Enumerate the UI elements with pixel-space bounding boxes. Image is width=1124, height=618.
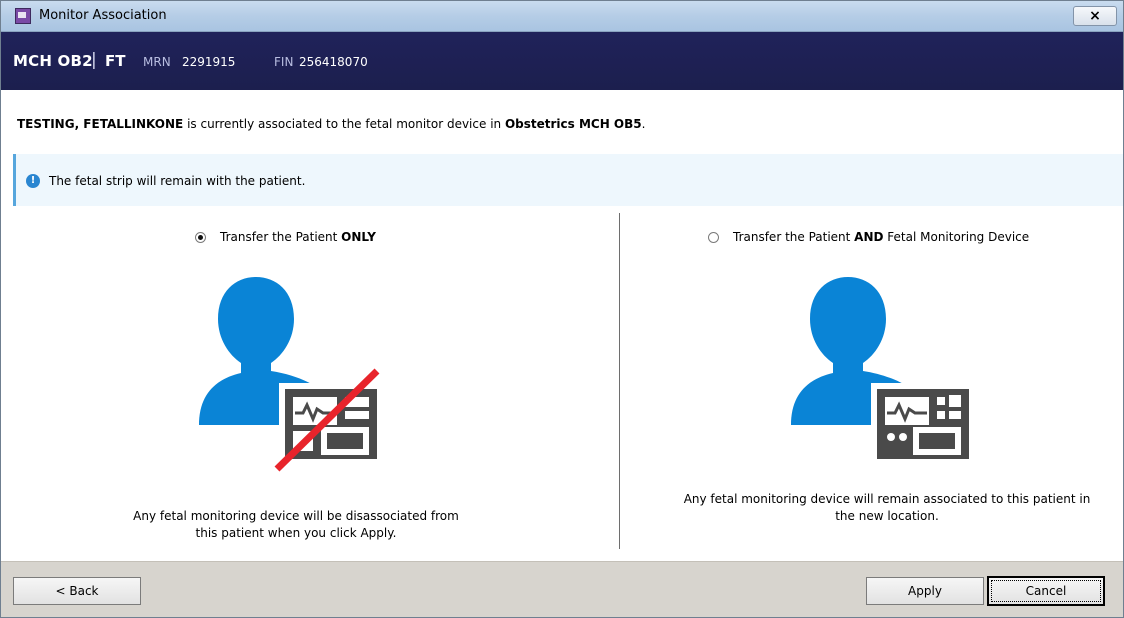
fin-label: FIN — [274, 55, 294, 69]
dialog-footer: < Back Apply Cancel — [1, 561, 1123, 617]
option-transfer-patient-only-description: Any fetal monitoring device will be disa… — [133, 509, 459, 540]
apply-button[interactable]: Apply — [866, 577, 984, 605]
option-transfer-patient-only[interactable]: Transfer the Patient ONLY — [195, 230, 376, 244]
monitor-device-icon — [871, 383, 975, 465]
option-transfer-patient-and-device[interactable]: Transfer the Patient AND Fetal Monitorin… — [708, 230, 1029, 244]
fin-value: 256418070 — [299, 55, 368, 69]
mrn-label: MRN — [143, 55, 171, 69]
patient-name: TESTING, FETALLINKONE — [17, 117, 184, 131]
options-divider — [619, 213, 620, 549]
close-button[interactable]: × — [1073, 6, 1117, 26]
back-button[interactable]: < Back — [13, 577, 141, 605]
title-bar: Monitor Association × — [1, 1, 1123, 32]
message-middle: is currently associated to the fetal mon… — [183, 117, 505, 131]
radio-transfer-patient-only[interactable] — [195, 231, 206, 243]
option-transfer-patient-only-label: Transfer the Patient ONLY — [220, 230, 376, 244]
app-icon — [15, 8, 31, 24]
patient-banner: MCH OB2 | FT MRN 2291915 FIN 256418070 — [1, 32, 1123, 90]
patient-unit: MCH OB2 — [13, 52, 93, 70]
window-title: Monitor Association — [39, 8, 167, 23]
radio-transfer-patient-and-device[interactable] — [708, 231, 719, 243]
info-text: The fetal strip will remain with the pat… — [49, 174, 306, 188]
cancel-button[interactable]: Cancel — [987, 576, 1105, 606]
option-transfer-patient-and-device-label: Transfer the Patient AND Fetal Monitorin… — [733, 230, 1030, 244]
info-icon: ! — [26, 174, 40, 188]
current-location: Obstetrics MCH OB5 — [504, 117, 642, 131]
banner-separator: | — [91, 50, 97, 70]
patient-bed: FT — [105, 52, 126, 70]
association-message-text: TESTING, FETALLINKONE is currently assoc… — [17, 117, 645, 131]
mrn-value: 2291915 — [182, 55, 236, 69]
info-banner: ! The fetal strip will remain with the p… — [13, 154, 1123, 206]
message-end: . — [641, 117, 646, 131]
cancel-button-label: Cancel — [991, 580, 1101, 602]
patient-with-device-illustration — [791, 277, 975, 465]
association-message: TESTING, FETALLINKONE is currently assoc… — [1, 90, 1123, 152]
patient-no-device-illustration — [199, 277, 383, 472]
option-transfer-patient-and-device-description: Any fetal monitoring device will remain … — [683, 492, 1091, 523]
monitor-association-dialog: Monitor Association × MCH OB2 | FT MRN 2… — [0, 0, 1124, 618]
